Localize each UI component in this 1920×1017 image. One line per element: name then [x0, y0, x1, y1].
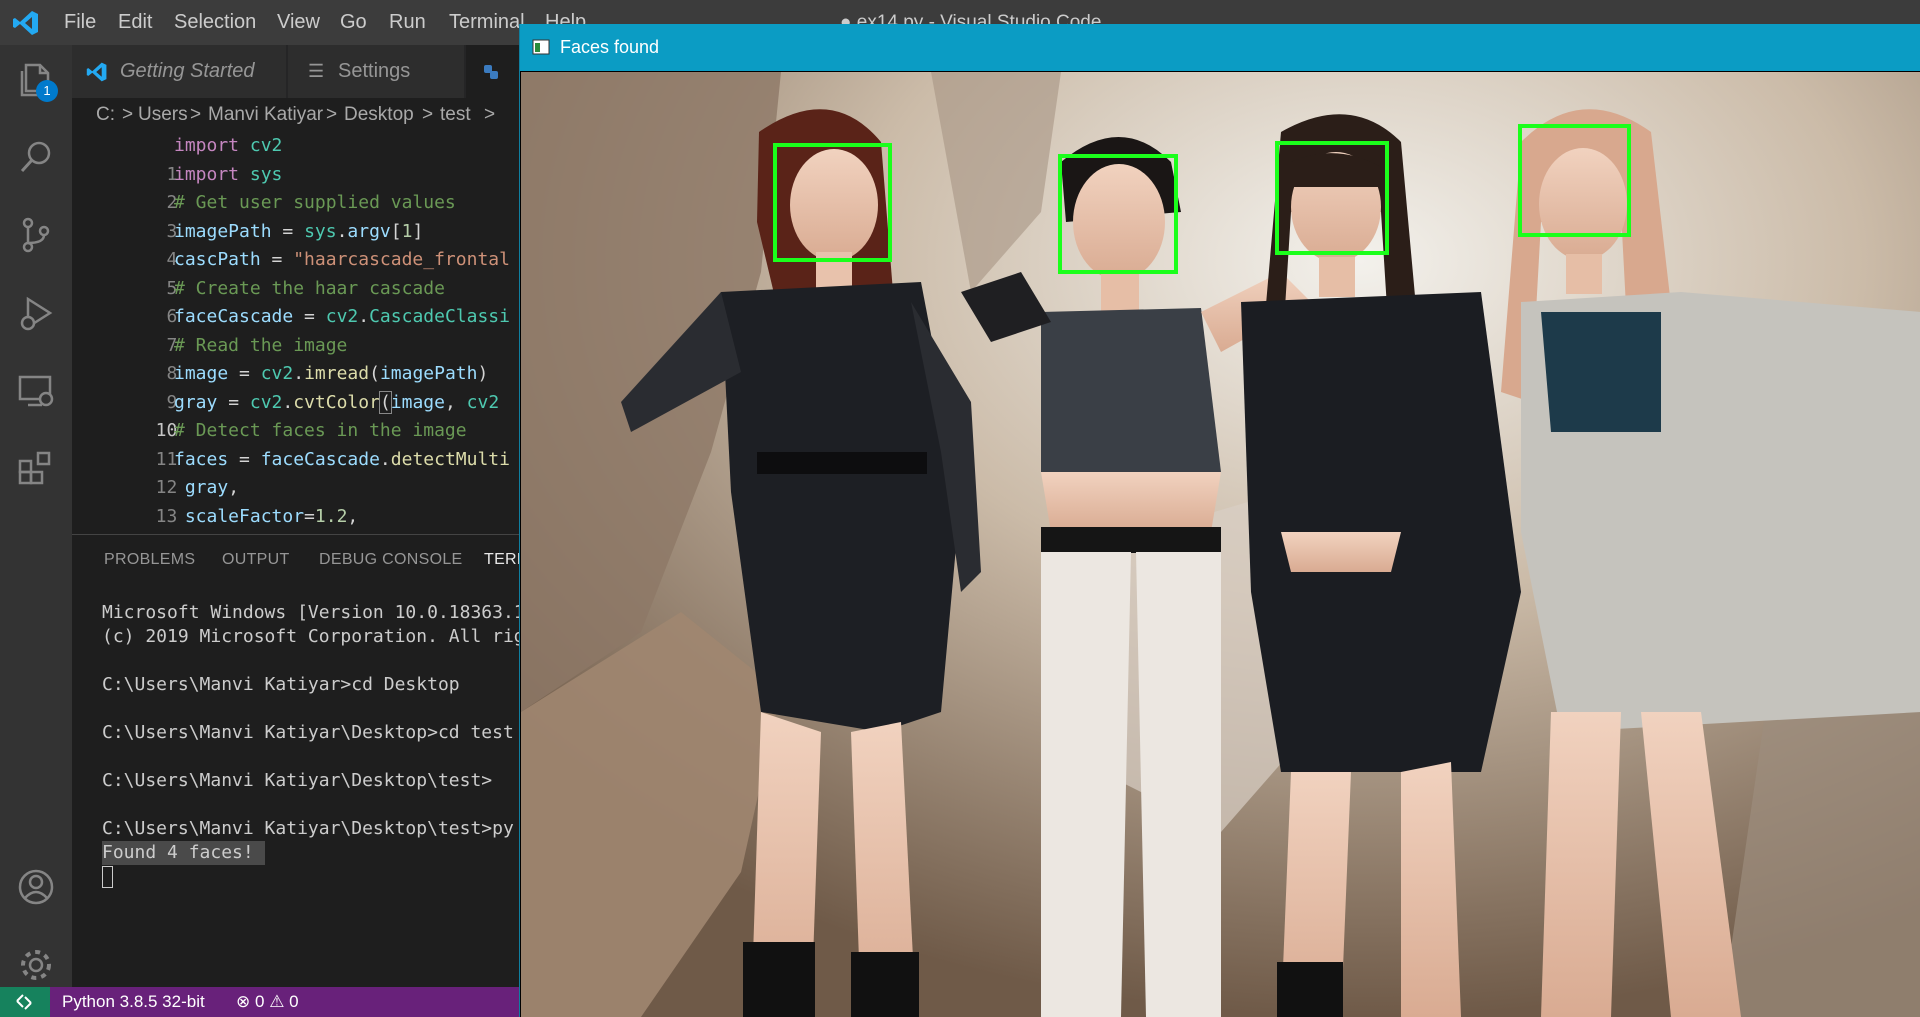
- problems-status[interactable]: ⊗ 0 ⚠ 0: [236, 987, 299, 1017]
- code-line: 14 scaleFactor=1.2,: [72, 503, 520, 532]
- breadcrumb-separator: >: [484, 104, 496, 125]
- search-icon[interactable]: [14, 135, 58, 179]
- code-line: 12 faces = faceCascade.detectMulti: [72, 446, 520, 499]
- terminal-line: C:\Users\Manvi Katiyar\Desktop\test>py: [102, 818, 514, 839]
- breadcrumb-test[interactable]: test: [440, 98, 471, 132]
- breadcrumb-separator: >: [422, 104, 434, 125]
- remote-icon: [16, 994, 32, 1010]
- warning-icon: ⚠: [269, 992, 285, 1011]
- code-line: 4 imagePath = sys.argv[1]: [72, 218, 520, 271]
- code-editor[interactable]: 1 import cv2 2 import sys 3 # Get user s…: [72, 132, 520, 534]
- image-window-title: Faces found: [560, 37, 660, 57]
- vscode-logo-icon: [13, 11, 38, 35]
- source-control-icon[interactable]: [14, 213, 58, 257]
- window-app-icon: [532, 39, 550, 55]
- editor-tabs: Getting Started ☰ Settings: [72, 45, 520, 98]
- menu-terminal[interactable]: Terminal: [449, 0, 525, 45]
- account-icon[interactable]: [14, 865, 58, 909]
- explorer-badge: 1: [36, 80, 58, 102]
- extensions-icon[interactable]: [14, 447, 58, 491]
- settings-lines-icon: ☰: [308, 61, 325, 81]
- detected-faces-photo: [521, 72, 1920, 1017]
- tab-settings[interactable]: ☰ Settings: [288, 45, 464, 98]
- menu-run[interactable]: Run: [389, 0, 426, 45]
- error-icon: ⊗: [236, 992, 251, 1011]
- terminal-line: C:\Users\Manvi Katiyar>cd Desktop: [102, 674, 460, 695]
- panel-tab-output[interactable]: OUTPUT: [222, 551, 290, 569]
- code-line: 7 faceCascade = cv2.CascadeClassi: [72, 303, 520, 356]
- breadcrumb-drive[interactable]: C:: [96, 98, 115, 132]
- panel-tab-problems[interactable]: PROBLEMS: [104, 551, 195, 569]
- python-file-icon: [484, 65, 498, 79]
- breadcrumb-manvi-katiyar[interactable]: Manvi Katiyar: [208, 98, 323, 132]
- terminal-cursor: [102, 866, 113, 888]
- breadcrumb-separator: >: [326, 104, 338, 125]
- code-line: 9 image = cv2.imread(imagePath): [72, 360, 520, 413]
- tab-label: Getting Started: [120, 60, 255, 82]
- panel-tab-debug-console[interactable]: DEBUG CONSOLE: [319, 551, 463, 569]
- code-line: 3 # Get user supplied values: [72, 189, 520, 242]
- breadcrumb: C: > Users > Manvi Katiyar > Desktop > t…: [72, 98, 520, 132]
- menu-selection[interactable]: Selection: [174, 0, 256, 45]
- photo-canvas: [521, 72, 1920, 1017]
- menu-go[interactable]: Go: [340, 0, 367, 45]
- error-count: 0: [254, 992, 265, 1011]
- run-debug-icon[interactable]: [14, 291, 58, 335]
- breadcrumb-separator: >: [190, 104, 202, 125]
- breadcrumb-desktop[interactable]: Desktop: [344, 98, 414, 132]
- code-line-active: 10 gray = cv2.cvtColor(image, cv2: [72, 389, 520, 441]
- activity-bar: 1: [0, 45, 72, 987]
- tab-ex14-py[interactable]: [466, 45, 520, 98]
- code-line: 6 # Create the haar cascade: [72, 275, 520, 328]
- remote-button[interactable]: [0, 987, 50, 1017]
- tab-getting-started[interactable]: Getting Started: [72, 45, 286, 98]
- code-line: 8 # Read the image: [72, 332, 520, 385]
- terminal-line: C:\Users\Manvi Katiyar\Desktop>cd test: [102, 722, 514, 743]
- warning-count: 0: [289, 992, 299, 1011]
- terminal-line-found-faces: Found 4 faces!: [102, 841, 265, 865]
- menu-edit[interactable]: Edit: [118, 0, 152, 45]
- panel-tab-terminal[interactable]: TERMINAL: [484, 551, 520, 569]
- terminal-line: Microsoft Windows [Version 10.0.18363.1: [102, 602, 520, 623]
- terminal-line: (c) 2019 Microsoft Corporation. All rig: [102, 626, 520, 647]
- code-line: 5 cascPath = "haarcascade_frontal: [72, 246, 520, 299]
- bottom-panel: PROBLEMS OUTPUT DEBUG CONSOLE TERMINAL M…: [72, 534, 520, 988]
- gear-icon[interactable]: [14, 943, 58, 987]
- code-line: 11 # Detect faces in the image: [72, 417, 520, 470]
- python-interpreter-status[interactable]: Python 3.8.5 32-bit: [62, 987, 205, 1017]
- terminal-line: C:\Users\Manvi Katiyar\Desktop\test>: [102, 770, 493, 791]
- menu-view[interactable]: View: [277, 0, 320, 45]
- tab-label: Settings: [338, 60, 411, 82]
- code-line: 13 gray,: [72, 474, 520, 527]
- remote-explorer-icon[interactable]: [14, 369, 58, 413]
- faces-found-window[interactable]: Faces found: [519, 24, 1920, 1017]
- image-window-title-bar[interactable]: Faces found: [520, 24, 1920, 71]
- code-line: 1 import cv2: [72, 132, 520, 185]
- vscode-tab-icon: [86, 62, 107, 82]
- menu-file[interactable]: File: [64, 0, 96, 45]
- breadcrumb-separator: >: [122, 104, 134, 125]
- breadcrumb-users[interactable]: Users: [138, 98, 188, 132]
- code-line: 2 import sys: [72, 161, 520, 214]
